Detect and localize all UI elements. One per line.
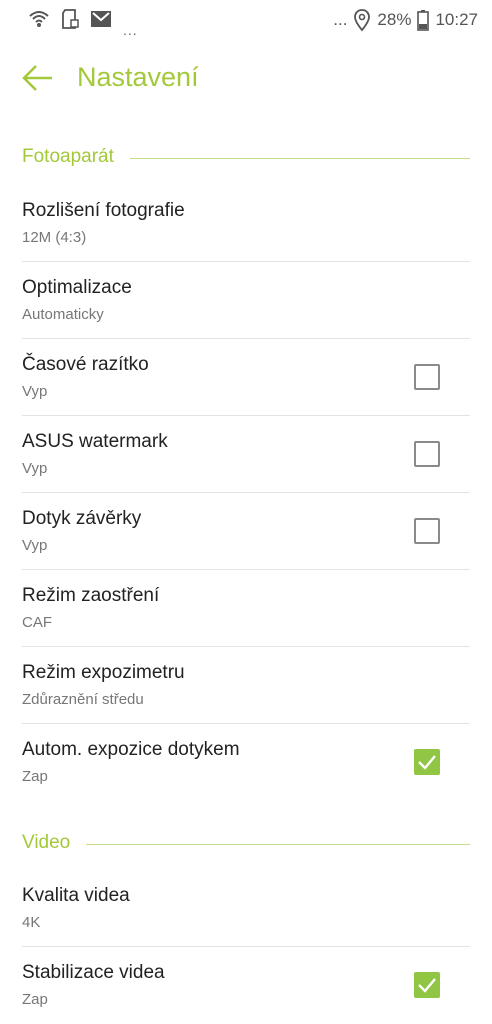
back-arrow-icon[interactable] [20, 62, 56, 94]
status-left-icons [28, 8, 112, 30]
location-icon [354, 9, 371, 32]
status-more-indicator: ... [333, 10, 348, 29]
setting-title: Dotyk závěrky [22, 508, 142, 529]
setting-value: Zap [22, 768, 48, 785]
section-label-camera: Fotoaparát [22, 146, 130, 168]
setting-title: Kvalita videa [22, 885, 130, 906]
status-overflow-dots: ... [123, 22, 138, 38]
sd-card-icon [62, 9, 79, 29]
setting-value: CAF [22, 614, 52, 631]
page-title: Nastavení [77, 62, 199, 92]
setting-title: Režim expozimetru [22, 662, 185, 683]
battery-icon [417, 10, 430, 31]
setting-title: Časové razítko [22, 354, 149, 375]
checkmark-icon [418, 755, 436, 770]
setting-value: Vyp [22, 460, 48, 477]
setting-optimization[interactable]: Optimalizace Automaticky [0, 263, 492, 339]
setting-video-stabilization[interactable]: Stabilizace videa Zap [0, 948, 492, 1024]
setting-focus-mode[interactable]: Režim zaostření CAF [0, 571, 492, 647]
status-time: 10:27 [435, 10, 478, 29]
setting-asus-watermark[interactable]: ASUS watermark Vyp [0, 417, 492, 493]
row-divider [22, 569, 470, 570]
wifi-icon [29, 11, 49, 27]
setting-title: Autom. expozice dotykem [22, 739, 240, 760]
row-divider [22, 646, 470, 647]
row-divider [22, 492, 470, 493]
row-divider [22, 723, 470, 724]
gmail-icon [91, 11, 111, 27]
touch-shutter-checkbox[interactable] [414, 518, 440, 544]
setting-title: Rozlišení fotografie [22, 200, 185, 221]
battery-percent: 28% [377, 10, 412, 29]
row-divider [22, 338, 470, 339]
setting-value: 4K [22, 914, 41, 931]
section-header-video: Video [22, 832, 470, 860]
setting-value: Zdůraznění středu [22, 691, 144, 708]
setting-value: Vyp [22, 537, 48, 554]
setting-value: Automaticky [22, 306, 104, 323]
setting-metering-mode[interactable]: Režim expozimetru Zdůraznění středu [0, 648, 492, 724]
setting-value: Vyp [22, 383, 48, 400]
status-bar: ... ... 28% 10:27 [0, 0, 492, 40]
asus-watermark-checkbox[interactable] [414, 441, 440, 467]
app-header: Nastavení [0, 48, 492, 108]
row-divider [22, 415, 470, 416]
setting-touch-shutter[interactable]: Dotyk závěrky Vyp [0, 494, 492, 570]
setting-timestamp[interactable]: Časové razítko Vyp [0, 340, 492, 416]
section-divider [22, 844, 470, 845]
status-right-icons: ... 28% 10:27 [333, 8, 478, 32]
setting-touch-auto-exposure[interactable]: Autom. expozice dotykem Zap [0, 725, 492, 801]
row-divider [22, 261, 470, 262]
timestamp-checkbox[interactable] [414, 364, 440, 390]
checkmark-icon [418, 978, 436, 993]
setting-title: Režim zaostření [22, 585, 160, 606]
setting-value: 12M (4:3) [22, 229, 87, 246]
setting-title: ASUS watermark [22, 431, 168, 452]
setting-photo-resolution[interactable]: Rozlišení fotografie 12M (4:3) [0, 186, 492, 262]
setting-video-quality[interactable]: Kvalita videa 4K [0, 871, 492, 947]
section-header-camera: Fotoaparát [22, 146, 470, 174]
section-label-video: Video [22, 832, 87, 854]
setting-title: Optimalizace [22, 277, 132, 298]
touch-auto-exposure-checkbox[interactable] [414, 749, 440, 775]
video-stabilization-checkbox[interactable] [414, 972, 440, 998]
setting-value: Zap [22, 991, 48, 1008]
setting-title: Stabilizace videa [22, 962, 165, 983]
row-divider [22, 946, 470, 947]
